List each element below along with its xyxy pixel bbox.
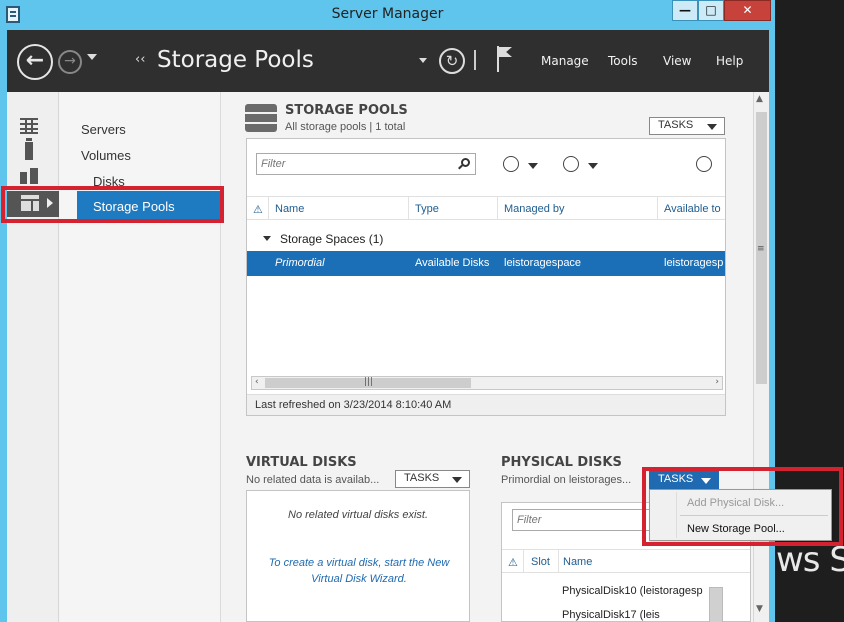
expand-collapse-icon[interactable] <box>696 156 712 172</box>
header-bar: ← → ‹‹ Storage Pools ↻ Manage Tools View… <box>7 30 769 92</box>
physical-disks-scroll-thumb[interactable] <box>709 587 723 622</box>
physical-disks-column-header: ⚠ Slot Name <box>502 549 750 573</box>
local-server-icon[interactable] <box>25 138 33 160</box>
caret-down-icon <box>707 124 717 130</box>
physical-disks-subtitle: Primordial on leistorages... <box>501 474 632 486</box>
table-row[interactable]: Primordial Available Disks leistoragespa… <box>247 251 725 276</box>
column-header-available-to[interactable]: Available to <box>664 203 721 215</box>
menu-tools[interactable]: Tools <box>608 54 638 68</box>
table-row[interactable]: PhysicalDisk10 (leistoragesp <box>562 585 712 597</box>
maximize-button[interactable]: □ <box>698 0 724 21</box>
virtual-disks-title: VIRTUAL DISKS <box>246 455 357 470</box>
cell-name: Primordial <box>275 257 325 269</box>
caret-down-icon <box>452 477 462 483</box>
table-row[interactable]: PhysicalDisk17 (leis <box>562 609 712 621</box>
column-divider <box>497 197 498 219</box>
horizontal-scrollbar[interactable]: ‹ ||| › <box>251 376 723 390</box>
list-options-icon[interactable] <box>503 156 519 172</box>
tasks-label: TASKS <box>658 119 694 131</box>
menu-view[interactable]: View <box>663 54 691 68</box>
refresh-icon[interactable]: ↻ <box>439 48 465 74</box>
title-bar[interactable]: Server Manager — □ ✕ <box>0 0 775 30</box>
column-header-name[interactable]: Name <box>563 556 592 568</box>
filter-placeholder: Filter <box>517 514 542 526</box>
save-query-icon[interactable] <box>563 156 579 172</box>
group-header-storage-spaces[interactable]: Storage Spaces (1) <box>263 232 383 246</box>
sub-navigation: Servers Volumes Disks Storage Pools <box>60 92 221 622</box>
warning-column-icon[interactable]: ⚠ <box>253 203 263 216</box>
scroll-up-icon[interactable]: ▲ <box>756 94 763 104</box>
cell-type: Available Disks <box>415 257 490 269</box>
storage-pools-tasks-button[interactable]: TASKS <box>649 117 725 135</box>
save-query-dropdown-icon[interactable] <box>588 163 598 169</box>
column-divider <box>523 550 524 572</box>
nav-item-volumes[interactable]: Volumes <box>81 148 131 163</box>
column-divider <box>408 197 409 219</box>
storage-pools-filter-input[interactable]: Filter <box>256 153 476 175</box>
scroll-left-icon[interactable]: ‹ <box>255 377 259 387</box>
column-header-slot[interactable]: Slot <box>531 556 550 568</box>
tasks-label: TASKS <box>404 472 440 484</box>
cell-available-to: leistoragesp <box>664 257 724 269</box>
virtual-disks-subtitle: No related data is availab... <box>246 474 380 486</box>
scroll-grip-icon: ||| <box>364 377 374 387</box>
scroll-down-icon[interactable]: ▼ <box>756 604 763 614</box>
highlight-tasks-menu <box>642 467 843 546</box>
cell-managed-by: leistoragespace <box>504 257 582 269</box>
storage-pool-icon <box>245 104 277 132</box>
column-divider <box>657 197 658 219</box>
menu-help[interactable]: Help <box>716 54 743 68</box>
column-divider <box>558 550 559 572</box>
minimize-button[interactable]: — <box>672 0 698 21</box>
nav-item-servers[interactable]: Servers <box>81 122 126 137</box>
storage-pools-column-header: ⚠ Name Type Managed by Available to <box>247 196 725 220</box>
collapse-caret-icon[interactable] <box>263 236 271 241</box>
no-virtual-disks-message: No related virtual disks exist. <box>288 509 428 521</box>
breadcrumb-dropdown-icon[interactable] <box>419 58 427 63</box>
breadcrumb-separator-icon: ‹‹ <box>135 52 146 67</box>
storage-pools-subtitle: All storage pools | 1 total <box>285 121 406 133</box>
desktop-background-text: ws Se <box>776 540 844 580</box>
column-header-managed-by[interactable]: Managed by <box>504 203 565 215</box>
forward-arrow-icon[interactable]: → <box>58 50 82 74</box>
highlight-storage-pools-nav <box>1 186 224 223</box>
storage-pools-panel: Filter ⚠ Name Type Managed by Available … <box>246 138 726 416</box>
history-dropdown-icon[interactable] <box>87 54 97 60</box>
page-title: Storage Pools <box>157 47 314 73</box>
window-title: Server Manager <box>331 6 444 22</box>
column-header-name[interactable]: Name <box>275 203 304 215</box>
column-divider <box>268 197 269 219</box>
scroll-right-icon[interactable]: › <box>715 377 719 387</box>
warning-column-icon[interactable]: ⚠ <box>508 556 518 569</box>
scroll-grip-icon: ≡ <box>757 244 765 254</box>
new-virtual-disk-wizard-link[interactable]: To create a virtual disk, start the New … <box>261 555 457 587</box>
storage-pools-title: STORAGE POOLS <box>285 103 408 118</box>
virtual-disks-panel: No related virtual disks exist. To creat… <box>246 490 470 622</box>
column-header-type[interactable]: Type <box>415 203 439 215</box>
dashboard-icon[interactable] <box>20 118 38 134</box>
last-refreshed-status: Last refreshed on 3/23/2014 8:10:40 AM <box>247 394 725 415</box>
physical-disks-tasks-menu: TASKS Add Physical Disk... New Storage P… <box>641 467 843 546</box>
list-options-dropdown-icon[interactable] <box>528 163 538 169</box>
notifications-flag-icon[interactable] <box>497 46 513 74</box>
menu-manage[interactable]: Manage <box>541 54 589 68</box>
back-arrow-icon[interactable]: ← <box>17 44 53 80</box>
close-button[interactable]: ✕ <box>724 0 771 21</box>
search-icon[interactable] <box>461 158 470 167</box>
physical-disks-title: PHYSICAL DISKS <box>501 455 622 470</box>
header-divider <box>474 50 476 70</box>
virtual-disks-tasks-button[interactable]: TASKS <box>395 470 470 488</box>
filter-placeholder: Filter <box>261 158 286 170</box>
group-label: Storage Spaces (1) <box>280 232 384 246</box>
icon-rail <box>7 92 59 622</box>
all-servers-icon[interactable] <box>20 168 40 184</box>
